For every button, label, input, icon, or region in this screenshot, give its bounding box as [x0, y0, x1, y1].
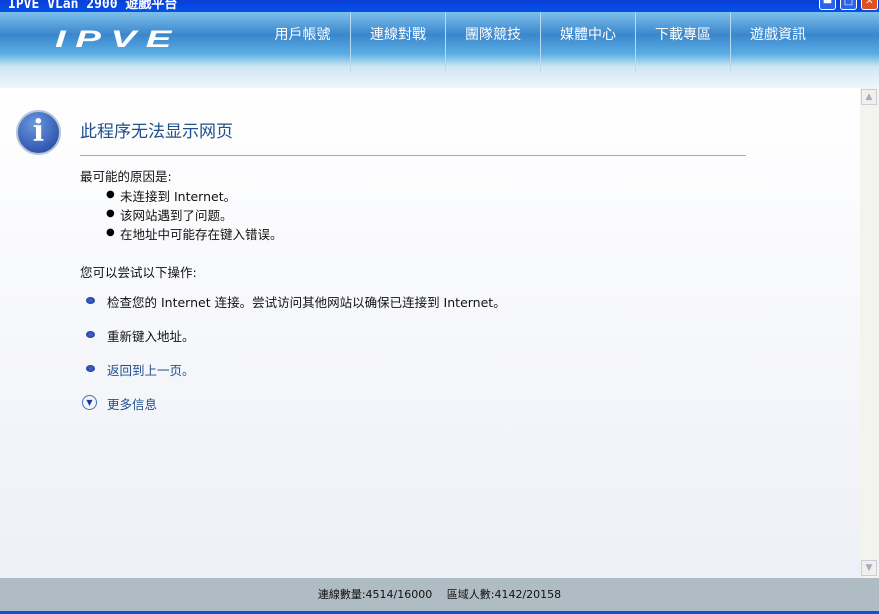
connection-status: 連線數量:4514/16000 區域人數:4142/20158	[317, 588, 562, 601]
scroll-down-icon[interactable]: ▼	[861, 560, 877, 576]
bullet-icon: ●	[106, 189, 115, 200]
actions-label: 您可以尝试以下操作:	[80, 265, 197, 280]
window-title: IPVE VLan 2900 遊戲平台	[8, 0, 178, 12]
logo: IPVE	[55, 26, 181, 53]
expand-chevron-icon[interactable]: ▼	[82, 395, 97, 410]
bullet-icon: ●	[106, 227, 115, 238]
nav-user-account[interactable]: 用戶帳號	[255, 12, 350, 72]
page-title: 此程序无法显示网页	[80, 122, 233, 142]
status-bar: 連線數量:4514/16000 區域人數:4142/20158	[0, 578, 879, 611]
maximize-button[interactable]: □	[840, 0, 857, 10]
bullet-icon	[86, 365, 95, 372]
causes-label: 最可能的原因是:	[80, 169, 172, 184]
info-icon: i	[16, 110, 61, 155]
cause-item: 在地址中可能存在键入错误。	[120, 227, 283, 242]
nav-online-battle[interactable]: 連線對戰	[350, 12, 445, 72]
action-item: 检查您的 Internet 连接。尝试访问其他网站以确保已连接到 Interne…	[107, 295, 506, 310]
nav-downloads[interactable]: 下載專區	[635, 12, 730, 72]
header: IPVE 用戶帳號 連線對戰 團隊競技 媒體中心 下載專區 遊戲資訊	[0, 12, 879, 88]
back-link[interactable]: 返回到上一页。	[107, 360, 195, 379]
more-info-link[interactable]: 更多信息	[107, 394, 157, 413]
action-item: 重新键入地址。	[107, 329, 195, 344]
cause-item: 未连接到 Internet。	[120, 189, 237, 204]
nav-media-center[interactable]: 媒體中心	[540, 12, 635, 72]
title-bar: IPVE VLan 2900 遊戲平台 ▬ □ ✕	[0, 0, 879, 12]
nav-team-competition[interactable]: 團隊競技	[445, 12, 540, 72]
scroll-up-icon[interactable]: ▲	[861, 89, 877, 105]
divider	[80, 155, 746, 156]
nav-game-info[interactable]: 遊戲資訊	[730, 12, 825, 72]
minimize-button[interactable]: ▬	[819, 0, 836, 10]
cause-item: 该网站遇到了问题。	[120, 208, 233, 223]
bullet-icon: ●	[106, 208, 115, 219]
bullet-icon	[86, 331, 95, 338]
scrollbar[interactable]: ▲ ▼	[860, 88, 879, 578]
close-button[interactable]: ✕	[861, 0, 878, 10]
bullet-icon	[86, 297, 95, 304]
